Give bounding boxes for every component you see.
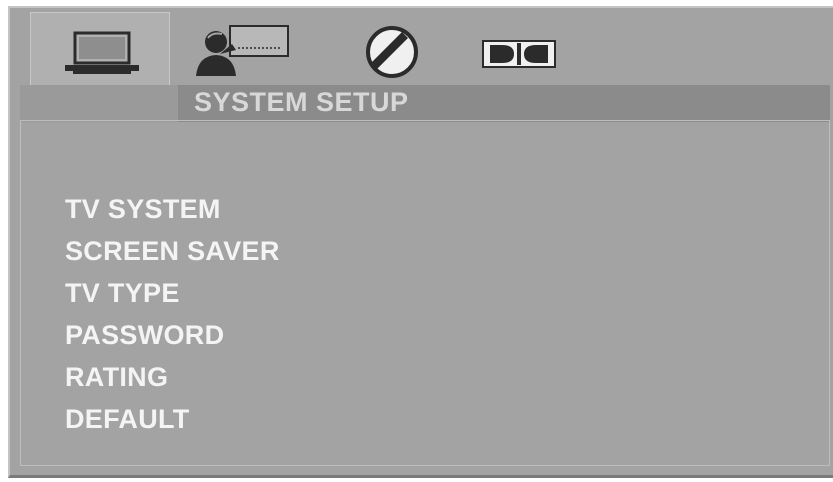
menu-item-tv-system[interactable]: TV SYSTEM [65,189,280,231]
menu-item-tv-type[interactable]: TV TYPE [65,273,280,315]
menu-item-default[interactable]: DEFAULT [65,399,280,441]
setup-menu-screen: SYSTEM SETUP TV SYSTEM SCREEN SAVER TV T… [8,6,833,478]
menu-item-screen-saver[interactable]: SCREEN SAVER [65,231,280,273]
monitor-icon [65,31,139,74]
tab-audio[interactable] [330,12,470,88]
tab-language[interactable] [180,12,320,88]
title-bar-tab-connector [20,85,178,122]
tab-dolby[interactable] [458,12,598,88]
menu-item-password[interactable]: PASSWORD [65,315,280,357]
title-bar: SYSTEM SETUP [20,85,830,122]
page-title: SYSTEM SETUP [194,87,409,117]
speaker-language-icon [196,25,289,76]
audio-slash-icon [366,26,418,78]
menu-item-rating[interactable]: RATING [65,357,280,399]
dolby-icon [482,40,556,68]
setup-options-list: TV SYSTEM SCREEN SAVER TV TYPE PASSWORD … [65,189,280,441]
